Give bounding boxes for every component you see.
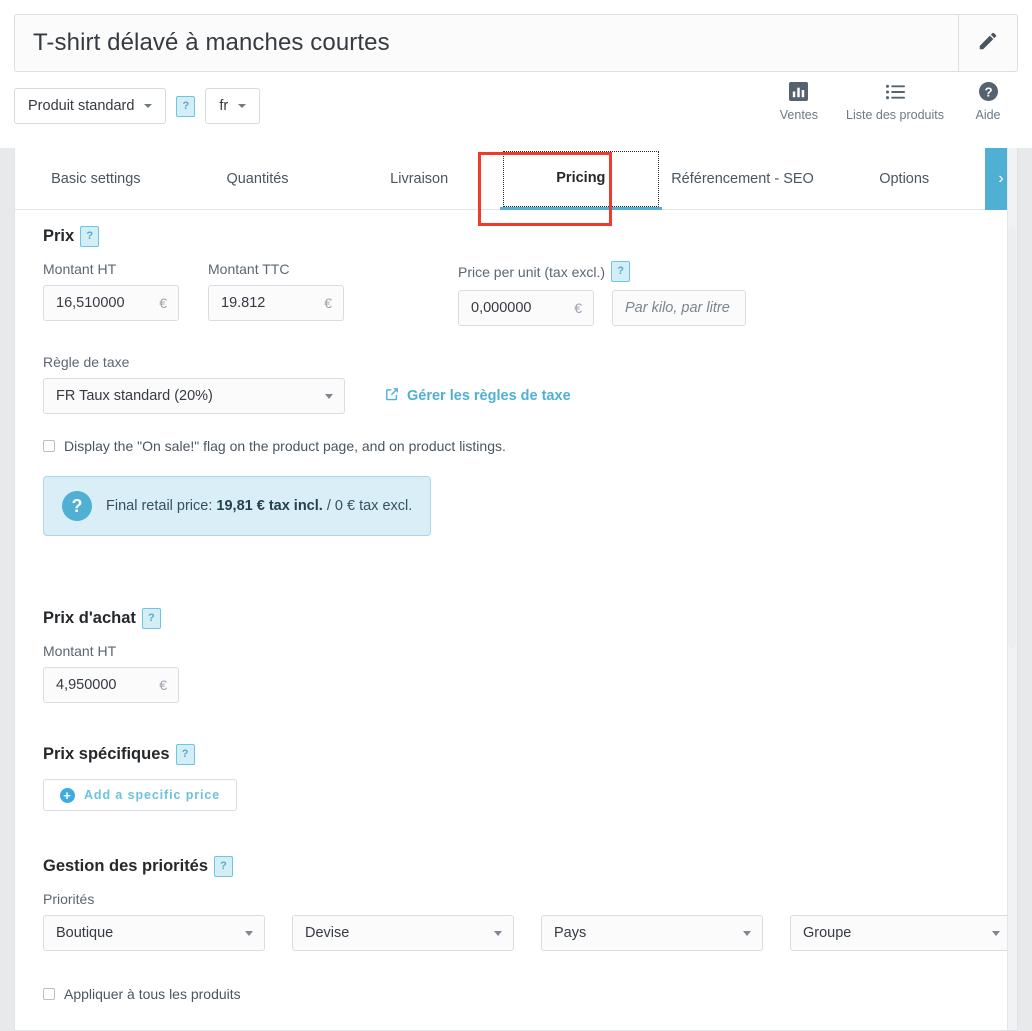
final-price-text: Final retail price: 19,81 € tax incl. / … xyxy=(106,498,412,514)
prix-heading-label: Prix xyxy=(43,227,74,246)
toolbar-label-help: Aide xyxy=(975,108,1000,122)
wholesale-heading-label: Prix d'achat xyxy=(43,609,136,628)
apply-all-checkbox-row[interactable]: Appliquer à tous les produits xyxy=(43,986,989,1002)
tax-rule-select[interactable]: FR Taux standard (20%) xyxy=(43,378,345,414)
product-type-help-icon[interactable]: ? xyxy=(176,96,195,117)
final-price-excl: / 0 € tax excl. xyxy=(323,498,412,514)
final-price-alert: ? Final retail price: 19,81 € tax incl. … xyxy=(43,476,431,536)
priorities-selects-row: Boutique Devise Pays Groupe xyxy=(43,915,989,951)
toolbar-label-product-list: Liste des produits xyxy=(846,108,944,122)
wholesale-section-heading: Prix d'achat ? xyxy=(43,608,989,629)
priority-select-boutique[interactable]: Boutique xyxy=(43,915,265,951)
tab-label: Livraison xyxy=(390,171,448,187)
chevron-down-icon xyxy=(144,104,152,108)
tab-basic-settings[interactable]: Basic settings xyxy=(15,148,177,209)
chevron-down-icon xyxy=(238,104,246,108)
product-type-label: Produit standard xyxy=(28,97,134,115)
final-price-prefix: Final retail price: xyxy=(106,498,216,514)
priorities-help-icon[interactable]: ? xyxy=(214,856,233,877)
priorities-field-label: Priorités xyxy=(43,891,989,907)
toolbar-item-ventes[interactable]: Ventes xyxy=(766,82,832,122)
wholesale-amount-input[interactable] xyxy=(43,667,179,703)
panel-scrollbar-track[interactable] xyxy=(1007,148,1017,1030)
final-price-incl: 19,81 € tax incl. xyxy=(216,498,322,514)
apply-all-checkbox[interactable] xyxy=(43,988,55,1000)
chevron-right-icon: › xyxy=(998,170,1003,188)
tab-label: Référencement - SEO xyxy=(671,171,814,187)
product-type-dropdown[interactable]: Produit standard xyxy=(14,88,166,124)
svg-text:?: ? xyxy=(984,84,992,99)
product-subbar: Produit standard ? fr Ventes xyxy=(0,72,1032,124)
add-specific-price-label: Add a specific price xyxy=(84,788,220,802)
content-panel-wrapper: Basic settings Quantités Livraison Prici… xyxy=(0,148,1032,1031)
pricing-form: Prix ? Montant HT € Montant TTC € xyxy=(15,210,1017,1030)
product-title-row: T-shirt délavé à manches courtes xyxy=(0,0,1032,72)
amount-excl-group: Montant HT € xyxy=(43,261,208,326)
edit-title-button[interactable] xyxy=(958,14,1018,72)
manage-tax-rules-link[interactable]: Gérer les règles de taxe xyxy=(385,387,571,405)
tab-seo[interactable]: Référencement - SEO xyxy=(662,148,824,209)
on-sale-checkbox[interactable] xyxy=(43,440,55,452)
question-circle-icon: ? xyxy=(979,82,998,101)
prix-section-heading: Prix ? xyxy=(43,226,989,247)
panel-scrollbar-thumb[interactable] xyxy=(1008,228,1016,648)
price-per-unit-text: Price per unit (tax excl.) xyxy=(458,264,605,280)
specific-prices-help-icon[interactable]: ? xyxy=(176,744,195,765)
specific-prices-heading-label: Prix spécifiques xyxy=(43,745,170,764)
product-panel: Basic settings Quantités Livraison Prici… xyxy=(14,148,1018,1031)
apply-all-label: Appliquer à tous les produits xyxy=(64,986,241,1002)
amount-excl-label: Montant HT xyxy=(43,261,208,277)
tab-label: Options xyxy=(879,171,929,187)
toolbar-item-help[interactable]: ? Aide xyxy=(958,82,1018,122)
priority-select-pays[interactable]: Pays xyxy=(541,915,763,951)
language-label: fr xyxy=(219,97,228,115)
toolbar-label-ventes: Ventes xyxy=(780,108,818,122)
amount-incl-input[interactable] xyxy=(208,285,344,321)
price-per-unit-help-icon[interactable]: ? xyxy=(611,261,630,282)
unit-name-input[interactable] xyxy=(612,290,746,326)
wholesale-amount-label: Montant HT xyxy=(43,643,989,659)
manage-tax-rules-label: Gérer les règles de taxe xyxy=(407,388,571,404)
header-toolbar: Ventes Liste des produits ? xyxy=(766,82,1018,122)
on-sale-checkbox-row[interactable]: Display the "On sale!" flag on the produ… xyxy=(43,438,989,454)
tab-label: Quantités xyxy=(226,171,288,187)
specific-prices-section-heading: Prix spécifiques ? xyxy=(43,744,989,765)
on-sale-label: Display the "On sale!" flag on the produ… xyxy=(64,438,506,454)
language-dropdown[interactable]: fr xyxy=(205,88,260,124)
tax-rule-label: Règle de taxe xyxy=(43,354,989,370)
tax-rule-group: Règle de taxe FR Taux standard (20%) xyxy=(43,354,989,414)
price-fields-row: Montant HT € Montant TTC € Price per uni… xyxy=(43,261,989,326)
priorities-heading-label: Gestion des priorités xyxy=(43,857,208,876)
tab-label: Pricing xyxy=(556,170,605,186)
plus-circle-icon: + xyxy=(60,788,75,803)
page-header: T-shirt délavé à manches courtes Produit… xyxy=(0,0,1032,148)
price-per-unit-label: Price per unit (tax excl.) ? xyxy=(458,261,746,282)
list-icon xyxy=(886,82,905,101)
prix-help-icon[interactable]: ? xyxy=(80,226,99,247)
tab-options[interactable]: Options xyxy=(823,148,985,209)
toolbar-item-product-list[interactable]: Liste des produits xyxy=(832,82,958,122)
product-tabs: Basic settings Quantités Livraison Prici… xyxy=(15,148,1017,210)
priority-select-groupe[interactable]: Groupe xyxy=(790,915,1012,951)
priority-select-devise[interactable]: Devise xyxy=(292,915,514,951)
tab-livraison[interactable]: Livraison xyxy=(338,148,500,209)
tab-quantites[interactable]: Quantités xyxy=(177,148,339,209)
price-per-unit-group: Price per unit (tax excl.) ? € xyxy=(458,261,746,326)
add-specific-price-button[interactable]: + Add a specific price xyxy=(43,779,237,811)
bar-chart-icon xyxy=(789,82,808,101)
amount-excl-input[interactable] xyxy=(43,285,179,321)
amount-incl-group: Montant TTC € xyxy=(208,261,458,326)
tab-label: Basic settings xyxy=(51,171,140,187)
wholesale-help-icon[interactable]: ? xyxy=(142,608,161,629)
priorities-section-heading: Gestion des priorités ? xyxy=(43,856,989,877)
external-link-icon xyxy=(385,387,399,405)
amount-incl-label: Montant TTC xyxy=(208,261,458,277)
page-title: T-shirt délavé à manches courtes xyxy=(14,14,958,72)
pencil-icon xyxy=(977,30,999,57)
tab-pricing[interactable]: Pricing xyxy=(500,148,662,210)
question-circle-icon: ? xyxy=(62,491,92,521)
price-per-unit-input[interactable] xyxy=(458,290,594,326)
